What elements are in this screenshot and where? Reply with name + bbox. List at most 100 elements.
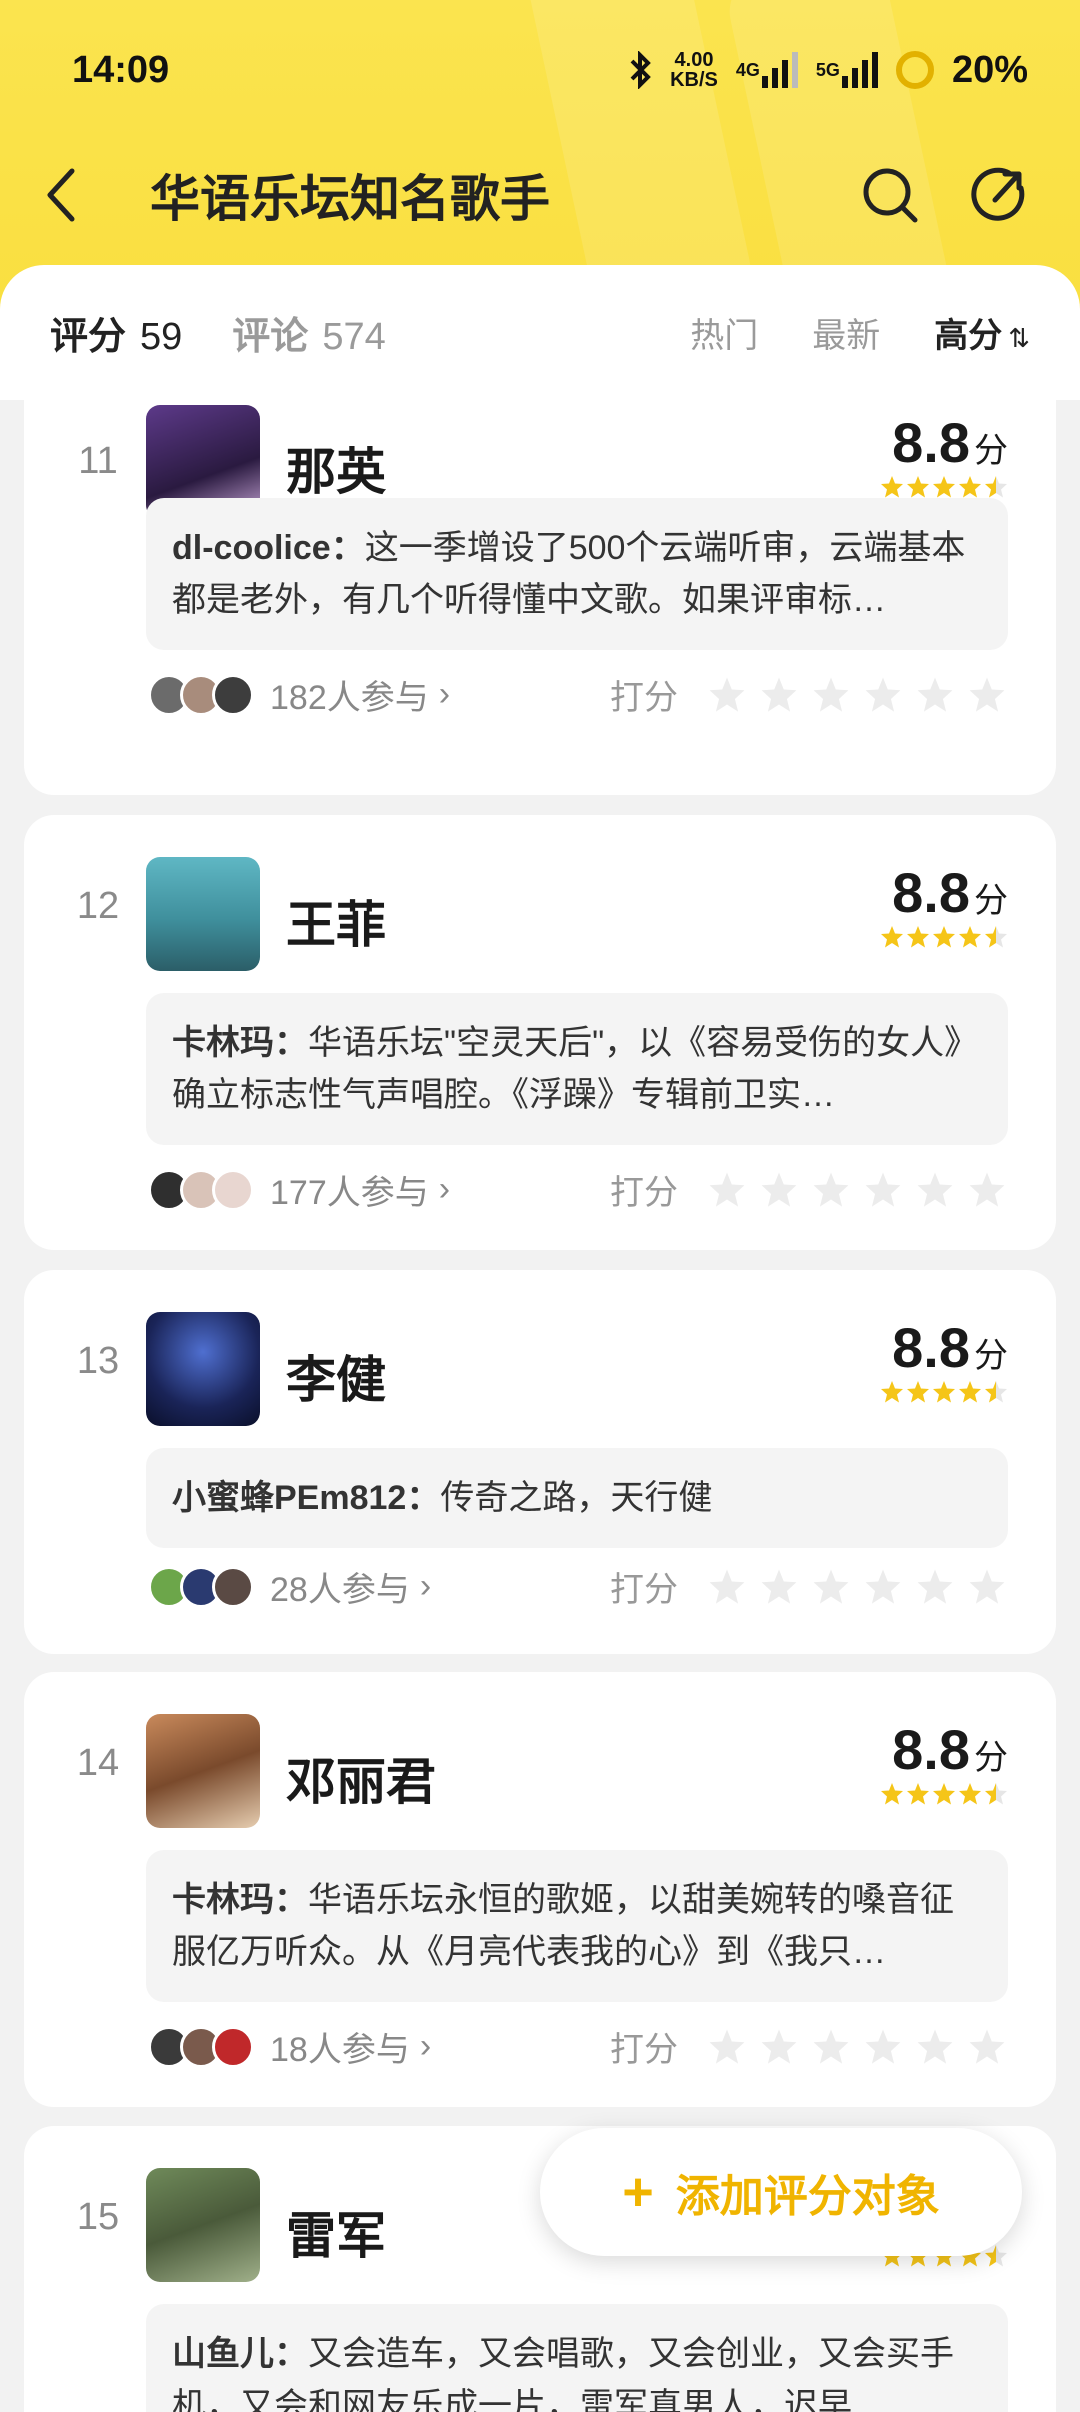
star-icon[interactable] — [864, 1568, 902, 1606]
tab-comments[interactable]: 评论 574 — [232, 305, 385, 360]
top-comment[interactable]: 山鱼儿：又会造车，又会唱歌，又会创业，又会买手机，又会和网友乐成一片，雷军真男人… — [146, 2304, 1008, 2412]
comment-tail — [184, 1528, 216, 1544]
avatar — [146, 1312, 260, 1426]
rate-control[interactable]: 打分 — [610, 1165, 1006, 1214]
score-unit: 分 — [974, 1739, 1008, 1777]
rate-control[interactable]: 打分 — [610, 1562, 1006, 1611]
comment-tail — [184, 1982, 216, 1998]
participants[interactable]: 177人参与 › — [148, 1165, 450, 1214]
signal-icon: 4G — [736, 52, 798, 88]
score-value: 8.8 — [892, 861, 970, 924]
tab-score[interactable]: 评分 59 — [50, 305, 182, 360]
star-icon[interactable] — [916, 1568, 954, 1606]
battery-percent: 20% — [951, 48, 1028, 91]
back-icon[interactable] — [40, 160, 110, 230]
star-icon — [881, 926, 903, 948]
star-icon[interactable] — [760, 1568, 798, 1606]
list-item[interactable]: 13 李健 8.8 分 小蜜蜂PEm812：传奇之路，天行健 28人参与 › 打分 — [24, 1270, 1056, 1654]
star-icon[interactable] — [760, 676, 798, 714]
net2-label: 5G — [815, 59, 840, 80]
singer-name: 邓丽君 — [286, 1754, 436, 1810]
star-icon[interactable] — [812, 676, 850, 714]
rate-stars[interactable] — [708, 1568, 1006, 1606]
star-icon[interactable] — [864, 676, 902, 714]
star-icon[interactable] — [916, 1171, 954, 1209]
top-comment[interactable]: dl-coolice：这一季增设了500个云端听审，云端基本都是老外，有几个听得… — [146, 498, 1008, 650]
rate-stars[interactable] — [708, 2028, 1006, 2066]
star-icon — [959, 1783, 981, 1805]
star-icon[interactable] — [760, 1171, 798, 1209]
comment-user: 山鱼儿： — [172, 2335, 308, 2373]
score-block: 8.8 分 — [880, 410, 1008, 499]
sort-highest[interactable]: 高分 ⇅ — [934, 308, 1030, 357]
share-icon[interactable] — [960, 155, 1040, 235]
star-icon — [907, 926, 929, 948]
star-icon[interactable] — [812, 1171, 850, 1209]
score-block: 8.8 分 — [880, 1315, 1008, 1404]
sort-highest-label: 高分 — [934, 317, 1003, 355]
top-comment[interactable]: 卡林玛：华语乐坛永恒的歌姬，以甜美婉转的嗓音征服亿万听众。从《月亮代表我的心》到… — [146, 1850, 1008, 2002]
top-comment[interactable]: 小蜜蜂PEm812：传奇之路，天行健 — [146, 1448, 1008, 1548]
star-icon[interactable] — [760, 2028, 798, 2066]
star-icon — [985, 926, 1007, 948]
star-icon — [933, 1783, 955, 1805]
speed-unit: KB/S — [670, 69, 718, 91]
rate-stars[interactable] — [708, 676, 1006, 714]
star-icon[interactable] — [812, 2028, 850, 2066]
net1-label: 4G — [735, 59, 760, 80]
comment-tail — [184, 630, 216, 646]
add-rating-target-button[interactable]: + 添加评分对象 — [540, 2128, 1022, 2256]
singer-name: 王菲 — [286, 897, 386, 953]
star-icon[interactable] — [968, 2028, 1006, 2066]
star-icon — [881, 1783, 903, 1805]
search-icon[interactable] — [850, 155, 930, 235]
rate-stars[interactable] — [708, 1171, 1006, 1209]
star-icon[interactable] — [812, 1568, 850, 1606]
participant-avatar — [212, 673, 254, 716]
page-title: 华语乐坛知名歌手 — [150, 171, 550, 227]
plus-icon: + — [622, 2162, 654, 2222]
list-item[interactable]: 14 邓丽君 8.8 分 卡林玛：华语乐坛永恒的歌姬，以甜美婉转的嗓音征服亿万听众… — [24, 1672, 1056, 2107]
star-icon[interactable] — [968, 1171, 1006, 1209]
comment-text: 传奇之路，天行健 — [440, 1479, 713, 1517]
star-icon[interactable] — [916, 676, 954, 714]
star-icon — [907, 1783, 929, 1805]
star-icon[interactable] — [708, 1568, 746, 1606]
star-icon[interactable] — [708, 1171, 746, 1209]
score-unit: 分 — [974, 1337, 1008, 1375]
score-stars — [880, 925, 1008, 949]
avatar — [146, 1714, 260, 1828]
rate-control[interactable]: 打分 — [610, 670, 1006, 719]
nav-bar: 华语乐坛知名歌手 — [0, 140, 1080, 250]
star-icon[interactable] — [968, 1568, 1006, 1606]
star-icon[interactable] — [708, 676, 746, 714]
add-button-label: 添加评分对象 — [675, 2172, 940, 2221]
battery-icon — [895, 51, 934, 89]
participants[interactable]: 18人参与 › — [148, 2022, 431, 2071]
score-value: 8.8 — [892, 1316, 970, 1379]
sort-newest[interactable]: 最新 — [812, 308, 880, 357]
star-icon[interactable] — [864, 1171, 902, 1209]
star-icon — [959, 1381, 981, 1403]
star-icon — [907, 476, 929, 498]
star-icon[interactable] — [916, 2028, 954, 2066]
score-stars — [880, 475, 1008, 499]
list-item[interactable]: 12 王菲 8.8 分 卡林玛：华语乐坛"空灵天后"，以《容易受伤的女人》确立标志… — [24, 815, 1056, 1250]
signal-icon: 5G — [816, 52, 878, 88]
star-icon[interactable] — [708, 2028, 746, 2066]
participants[interactable]: 28人参与 › — [148, 1562, 431, 1611]
star-icon[interactable] — [864, 2028, 902, 2066]
list-item[interactable]: 11 那英 8.8 分 dl-coolice：这一季增设了500个云端听审，云端基… — [24, 370, 1056, 795]
star-icon[interactable] — [968, 676, 1006, 714]
sort-hot[interactable]: 热门 — [690, 308, 758, 357]
rate-control[interactable]: 打分 — [610, 2022, 1006, 2071]
star-icon — [985, 476, 1007, 498]
tab-score-label: 评分 — [50, 316, 127, 358]
score-block: 8.8 分 — [880, 1717, 1008, 1806]
participants[interactable]: 182人参与 › — [148, 670, 450, 719]
network-speed: 4.00 KB/S — [670, 50, 718, 90]
speed-value: 4.00 — [674, 49, 714, 71]
star-icon — [881, 476, 903, 498]
top-comment[interactable]: 卡林玛：华语乐坛"空灵天后"，以《容易受伤的女人》确立标志性气声唱腔。《浮躁》专… — [146, 993, 1008, 1145]
participant-avatar — [212, 1565, 254, 1608]
